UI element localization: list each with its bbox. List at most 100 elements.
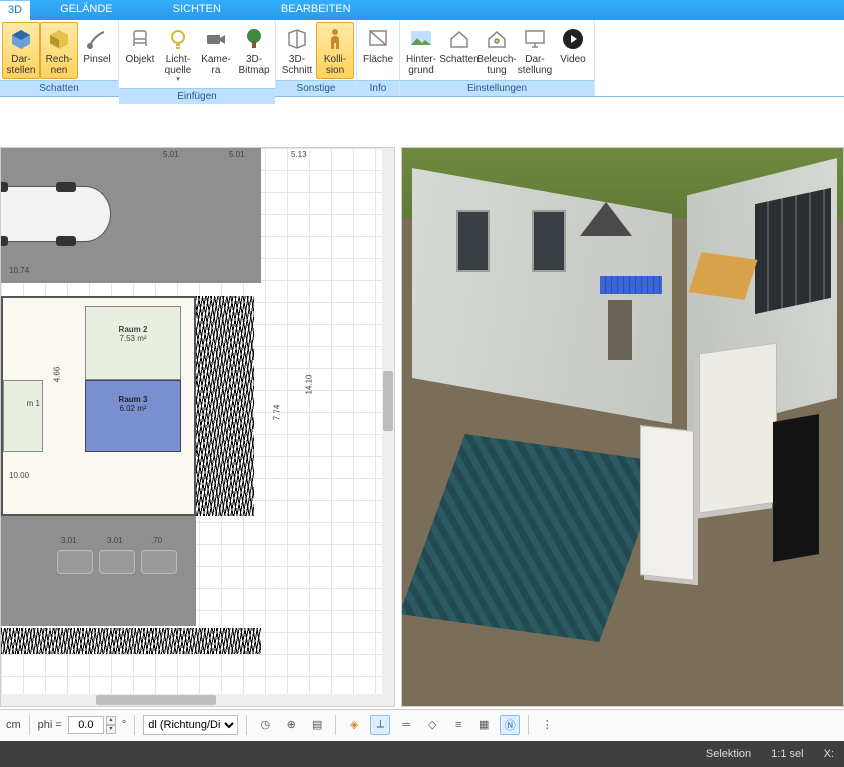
group-sonstige: 3D- Schnitt Kolli- sion Sonstige xyxy=(276,20,357,96)
group-label-schatten: Schatten xyxy=(0,80,118,96)
lichtquelle-button[interactable]: Licht- quelle xyxy=(159,22,197,88)
dim-501b: 5.01 xyxy=(229,150,245,159)
parked-car-1 xyxy=(57,550,93,574)
group-einstellungen: Hinter- grund Schatten Beleuch- tung Dar… xyxy=(400,20,595,96)
status-bar: Selektion 1:1 sel X: xyxy=(0,741,844,767)
dl-select[interactable]: dl (Richtung/Di xyxy=(143,715,238,735)
scrollbar-vertical-2d[interactable] xyxy=(382,148,394,706)
scroll-thumb-v[interactable] xyxy=(383,371,393,431)
gable-icon xyxy=(580,202,632,236)
video-button[interactable]: Video xyxy=(554,22,592,79)
snap-parallel-icon[interactable]: ═ xyxy=(396,715,416,735)
schatten-settings-button[interactable]: Schatten xyxy=(440,22,478,79)
flaeche-button[interactable]: Fläche xyxy=(359,22,397,79)
snap-plane-icon[interactable]: ◇ xyxy=(422,715,442,735)
house-outline: Raum 2 7.53 m² Raum 3 6.02 m² m 1 xyxy=(1,296,196,516)
phi-spinner[interactable]: ▴▾ xyxy=(106,716,116,734)
snap-grid-icon[interactable]: ▦ xyxy=(474,715,494,735)
menu-dots-icon[interactable]: ⋮ xyxy=(537,715,557,735)
3d-schnitt-button[interactable]: 3D- Schnitt xyxy=(278,22,316,79)
hintergrund-button[interactable]: Hinter- grund xyxy=(402,22,440,79)
dim-1000: 10.00 xyxy=(9,471,29,480)
scrollbar-horizontal-2d[interactable] xyxy=(1,694,382,706)
room3-area: 6.02 m² xyxy=(86,404,180,413)
status-x: X: xyxy=(824,748,834,760)
north-icon[interactable]: Ⓝ xyxy=(500,715,520,735)
viewport-2d[interactable]: 10.74 5.01 5.01 5.13 Raum 2 7.53 m² Raum… xyxy=(0,147,395,707)
pinsel-button[interactable]: Pinsel xyxy=(78,22,116,79)
tab-bearbeiten[interactable]: BEARBEITEN xyxy=(251,0,381,20)
separator xyxy=(134,715,135,735)
workspace: 10.74 5.01 5.01 5.13 Raum 2 7.53 m² Raum… xyxy=(0,97,844,707)
tab-sichten[interactable]: SICHTEN xyxy=(143,0,251,20)
camera-icon xyxy=(202,25,230,53)
viewport-3d[interactable] xyxy=(401,147,844,707)
brush-icon xyxy=(83,25,111,53)
door-3d xyxy=(606,298,634,362)
cabinet-3d xyxy=(699,343,777,514)
bottom-toolbar: cm phi = ▴▾ ° dl (Richtung/Di ◷ ⊕ ▤ ◈ ⟂ … xyxy=(0,709,844,739)
menu-tabstrip: 3D GELÄNDE SICHTEN BEARBEITEN xyxy=(0,0,844,20)
kitchen-island-3d xyxy=(640,425,694,581)
cube-calc-icon xyxy=(45,25,73,53)
parked-car-3 xyxy=(141,550,177,574)
globe-icon[interactable]: ⊕ xyxy=(281,715,301,735)
tab-3d[interactable]: 3D xyxy=(0,0,30,20)
darstellung-button[interactable]: Dar- stellung xyxy=(516,22,554,79)
dim-501a: 5.01 xyxy=(163,150,179,159)
kollision-button[interactable]: Kolli- sion xyxy=(316,22,354,79)
clock-icon[interactable]: ◷ xyxy=(255,715,275,735)
objekt-button[interactable]: Objekt xyxy=(121,22,159,79)
phi-input[interactable] xyxy=(68,716,104,734)
3d-bitmap-button[interactable]: 3D- Bitmap xyxy=(235,22,273,79)
landscape-icon xyxy=(407,25,435,53)
dim-301b: 3.01 xyxy=(107,536,123,545)
group-schatten: Dar- stellen Rech- nen Pinsel Schatten xyxy=(0,20,119,96)
ribbon: Dar- stellen Rech- nen Pinsel Schatten O… xyxy=(0,20,844,97)
car-icon xyxy=(0,186,111,242)
play-icon xyxy=(559,25,587,53)
room-1: m 1 xyxy=(3,380,43,452)
dim-70: .70 xyxy=(151,536,162,545)
window-3d-1 xyxy=(456,210,490,272)
parked-car-2 xyxy=(99,550,135,574)
tab-gelaende[interactable]: GELÄNDE xyxy=(30,0,143,20)
chair-icon xyxy=(126,25,154,53)
dim-301a: 3.01 xyxy=(61,536,77,545)
group-label-info: Info xyxy=(357,80,399,96)
cube-orange-icon[interactable]: ◈ xyxy=(344,715,364,735)
room2-label: Raum 2 xyxy=(86,325,180,334)
layers-icon[interactable]: ▤ xyxy=(307,715,327,735)
beleuchtung-button[interactable]: Beleuch- tung xyxy=(478,22,516,79)
unit-label: cm xyxy=(6,719,21,731)
rechnen-button[interactable]: Rech- nen xyxy=(40,22,78,79)
dim-513: 5.13 xyxy=(291,150,307,159)
vegetation-bottom xyxy=(1,628,261,654)
person-icon xyxy=(321,25,349,53)
room2-area: 7.53 m² xyxy=(86,334,180,343)
snap-perp-icon[interactable]: ⟂ xyxy=(370,715,390,735)
section-icon xyxy=(283,25,311,53)
vegetation-right xyxy=(196,296,254,516)
kamera-button[interactable]: Kame- ra xyxy=(197,22,235,79)
separator xyxy=(246,715,247,735)
bulb-icon xyxy=(164,25,192,53)
snap-lines-icon[interactable]: ≡ xyxy=(448,715,468,735)
darstellen-button[interactable]: Dar- stellen xyxy=(2,22,40,79)
cube-shaded-icon xyxy=(7,25,35,53)
window-3d-2 xyxy=(532,210,566,272)
tile-strip xyxy=(600,276,662,294)
group-einfuegen: Objekt Licht- quelle Kame- ra 3D- Bitmap… xyxy=(119,20,276,96)
big-window-3d xyxy=(755,188,831,314)
dim-1410: 14.10 xyxy=(305,374,314,394)
group-info: Fläche Info xyxy=(357,20,400,96)
status-ratio: 1:1 sel xyxy=(771,748,803,760)
monitor-icon xyxy=(521,25,549,53)
room-2: Raum 2 7.53 m² xyxy=(85,306,181,380)
scroll-thumb-h[interactable] xyxy=(96,695,216,705)
room-3: Raum 3 6.02 m² xyxy=(85,380,181,452)
area-icon xyxy=(364,25,392,53)
group-label-einstellungen: Einstellungen xyxy=(400,80,594,96)
separator xyxy=(335,715,336,735)
tree-icon xyxy=(240,25,268,53)
